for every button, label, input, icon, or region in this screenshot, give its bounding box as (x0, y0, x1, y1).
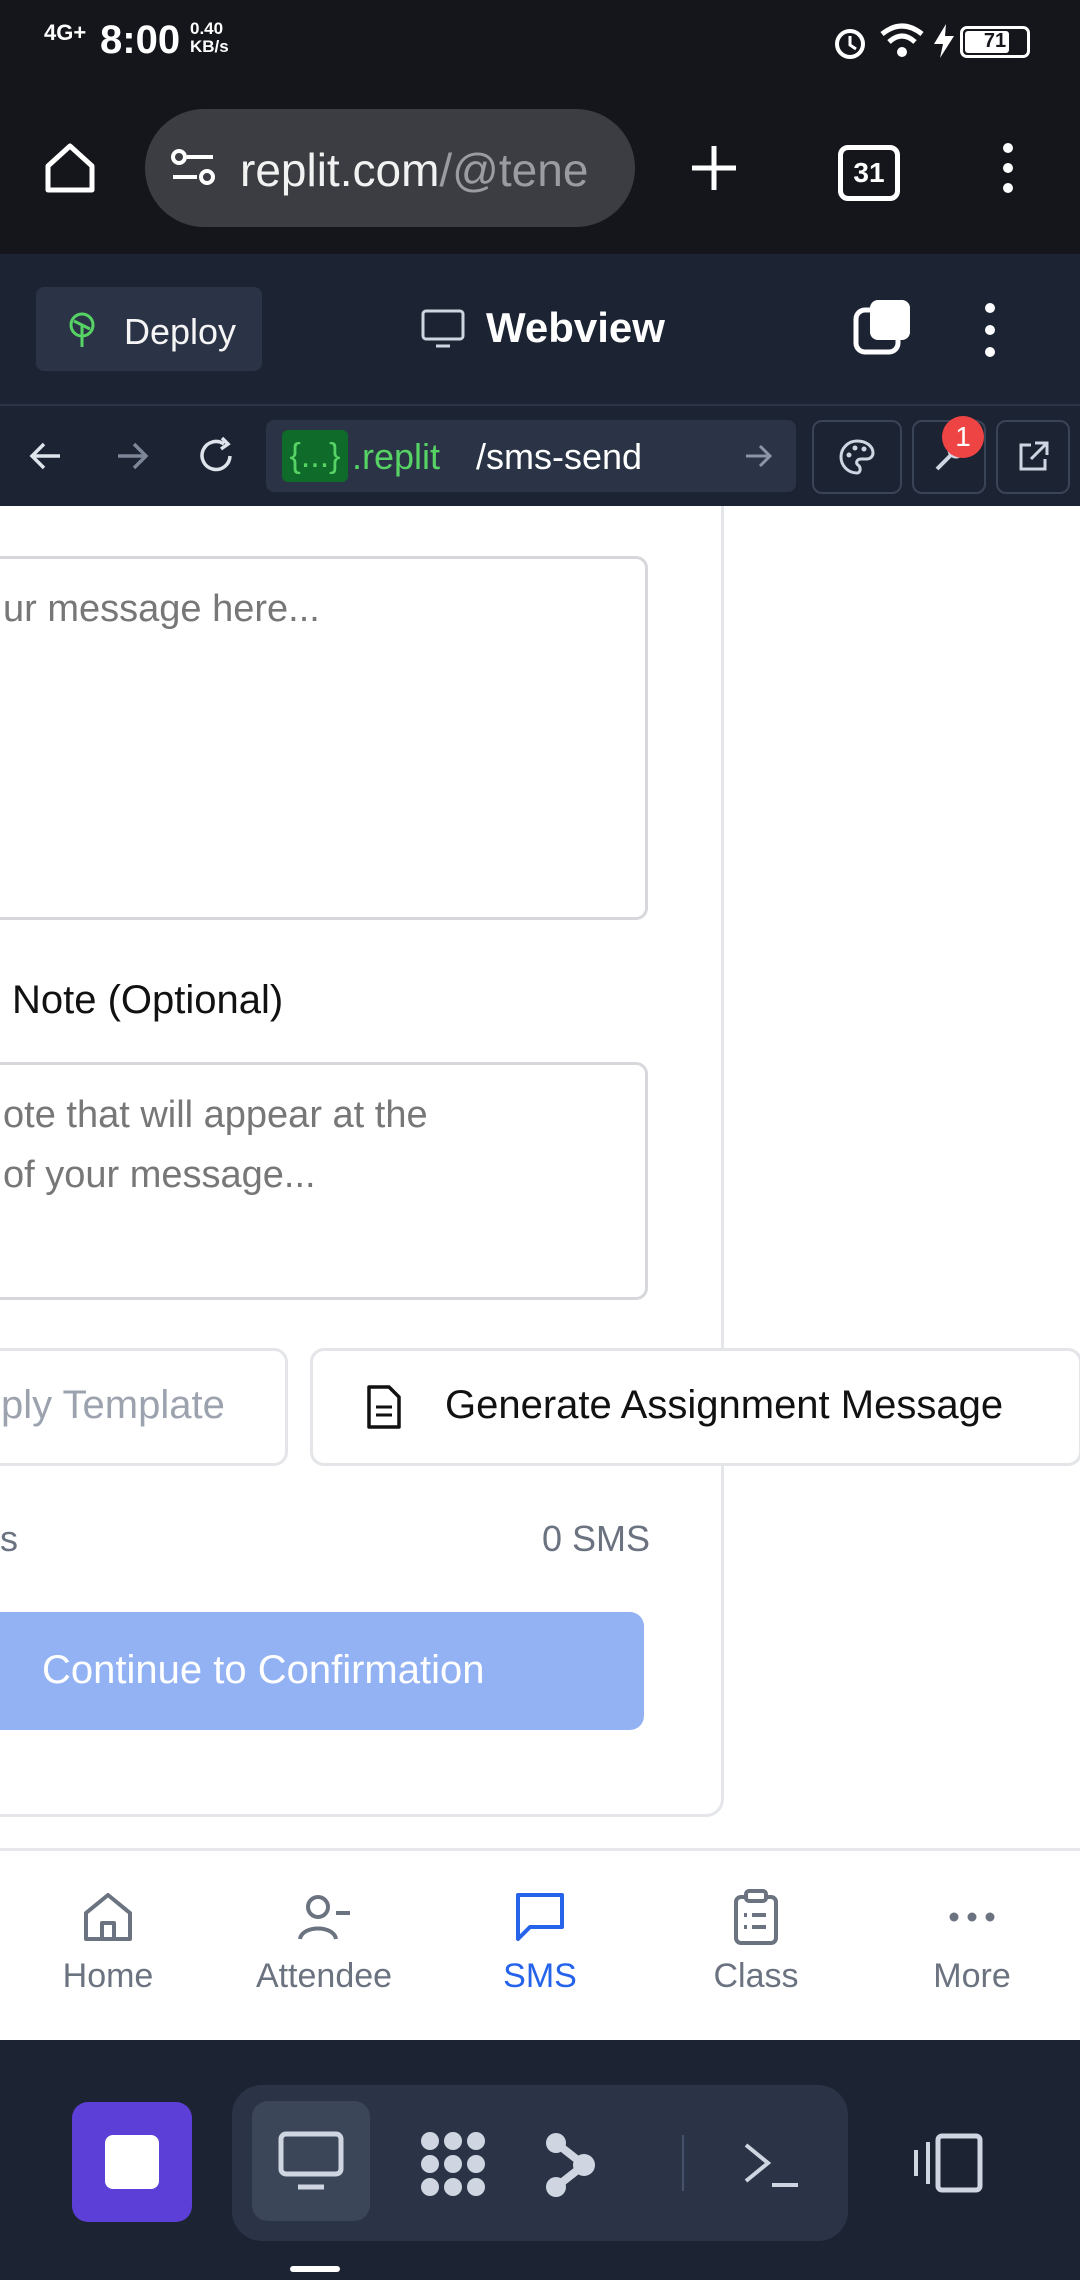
alarm-icon (835, 29, 865, 59)
sms-count: 0 SMS (542, 1518, 651, 1559)
nav-class-label: Class (713, 1957, 799, 1995)
go-arrow-icon[interactable] (742, 440, 776, 472)
nav-sms[interactable]: SMS (440, 1887, 640, 1996)
webview-route: /sms-send (476, 436, 643, 477)
stop-button[interactable] (72, 2102, 192, 2222)
panel-toggle-icon[interactable] (912, 2132, 984, 2194)
continue-label: Continue to Confirmation (42, 1648, 485, 1692)
apply-template-button[interactable]: ply Template (0, 1348, 288, 1466)
forward-arrow-icon[interactable] (112, 436, 152, 476)
webview-nav-row: {...} .replit /sms-send 1 (0, 406, 1080, 506)
address-bar[interactable]: replit.com/@tene (145, 109, 635, 227)
open-external-button[interactable] (996, 420, 1070, 494)
new-window-icon[interactable] (852, 296, 914, 358)
generate-assignment-button[interactable]: Generate Assignment Message (310, 1348, 1080, 1466)
character-count: s (0, 1518, 18, 1559)
more-vert-icon[interactable] (978, 300, 1002, 360)
palette-icon (839, 439, 875, 475)
speed-unit: KB/s (190, 37, 229, 56)
monitor-icon (421, 309, 465, 348)
battery-level: 71 (983, 30, 1007, 52)
url-path: /@tene (439, 144, 589, 196)
apps-grid-icon[interactable] (416, 2127, 490, 2201)
deploy-icon (69, 312, 95, 347)
home-icon[interactable] (42, 140, 98, 196)
note-placeholder-line2: of your message... (3, 1154, 316, 1196)
note-textarea[interactable]: ote that will appear at the of your mess… (0, 1062, 648, 1300)
status-time: 8:00 (100, 18, 181, 62)
tray-divider (682, 2135, 684, 2191)
charging-icon (934, 24, 954, 58)
webview-url-field[interactable]: {...} .replit /sms-send (266, 420, 796, 492)
deploy-label: Deploy (124, 311, 237, 352)
clipboard-icon (734, 1889, 778, 1945)
nav-more-label: More (933, 1957, 1011, 1995)
replit-dock (0, 2040, 1080, 2280)
message-icon (516, 1893, 564, 1941)
note-label: Note (Optional) (12, 978, 284, 1022)
back-arrow-icon[interactable] (26, 436, 66, 476)
replit-header: Deploy Webview (0, 254, 1080, 406)
home-icon (84, 1893, 132, 1941)
note-placeholder-line1: ote that will appear at the (3, 1094, 428, 1136)
palette-button[interactable] (812, 420, 902, 494)
generate-assignment-label: Generate Assignment Message (445, 1383, 1004, 1427)
status-bar: 4G+ 8:00 0.40 KB/s 71 (0, 0, 1080, 82)
webview-tool-button[interactable] (252, 2101, 370, 2221)
notification-badge: 1 (942, 416, 984, 458)
network-indicator: 4G+ (44, 20, 87, 45)
nav-class[interactable]: Class (656, 1887, 856, 1996)
more-vert-icon[interactable] (996, 140, 1020, 196)
gesture-bar[interactable] (290, 2266, 340, 2272)
replit-dev-badge: {...} (282, 430, 348, 482)
battery-indicator: 71 (960, 26, 1030, 58)
nav-attendee[interactable]: Attendee (224, 1887, 424, 1996)
nav-sms-label: SMS (503, 1957, 577, 1995)
user-minus-icon (298, 1895, 350, 1940)
network-speed: 0.40 KB/s (190, 20, 229, 56)
terminal-icon[interactable] (740, 2137, 800, 2191)
speed-value: 0.40 (190, 19, 224, 38)
git-icon[interactable] (540, 2129, 600, 2201)
tool-tray (232, 2085, 848, 2241)
stop-icon (105, 2135, 159, 2189)
monitor-icon (278, 2131, 344, 2190)
webview-host: .replit (352, 436, 441, 477)
nav-attendee-label: Attendee (255, 1957, 393, 1995)
bottom-nav: Home Attendee SMS Class More (0, 1848, 1080, 2040)
webview-title: Webview (486, 304, 665, 351)
plus-icon[interactable] (686, 140, 742, 196)
webview-content: ur message here... Note (Optional) ote t… (0, 506, 1080, 2040)
site-settings-icon[interactable] (167, 141, 221, 195)
apply-template-label: ply Template (1, 1383, 225, 1427)
message-placeholder: ur message here... (3, 588, 320, 630)
document-icon (367, 1385, 401, 1429)
browser-toolbar: replit.com/@tene 31 (0, 82, 1080, 254)
message-textarea[interactable]: ur message here... (0, 556, 648, 920)
external-link-icon (1019, 441, 1049, 471)
tabs-icon[interactable]: 31 (838, 145, 900, 201)
deploy-button[interactable]: Deploy (36, 287, 262, 371)
url-domain: replit.com (240, 144, 440, 196)
continue-button[interactable]: Continue to Confirmation (0, 1612, 644, 1730)
nav-home-label: Home (62, 1957, 154, 1995)
nav-more[interactable]: More (872, 1887, 1072, 1996)
wifi-icon (880, 23, 924, 57)
more-horizontal-icon (949, 1912, 995, 1922)
reload-icon[interactable] (194, 434, 238, 478)
nav-home[interactable]: Home (8, 1887, 208, 1996)
url-text: replit.com/@tene (240, 143, 588, 197)
